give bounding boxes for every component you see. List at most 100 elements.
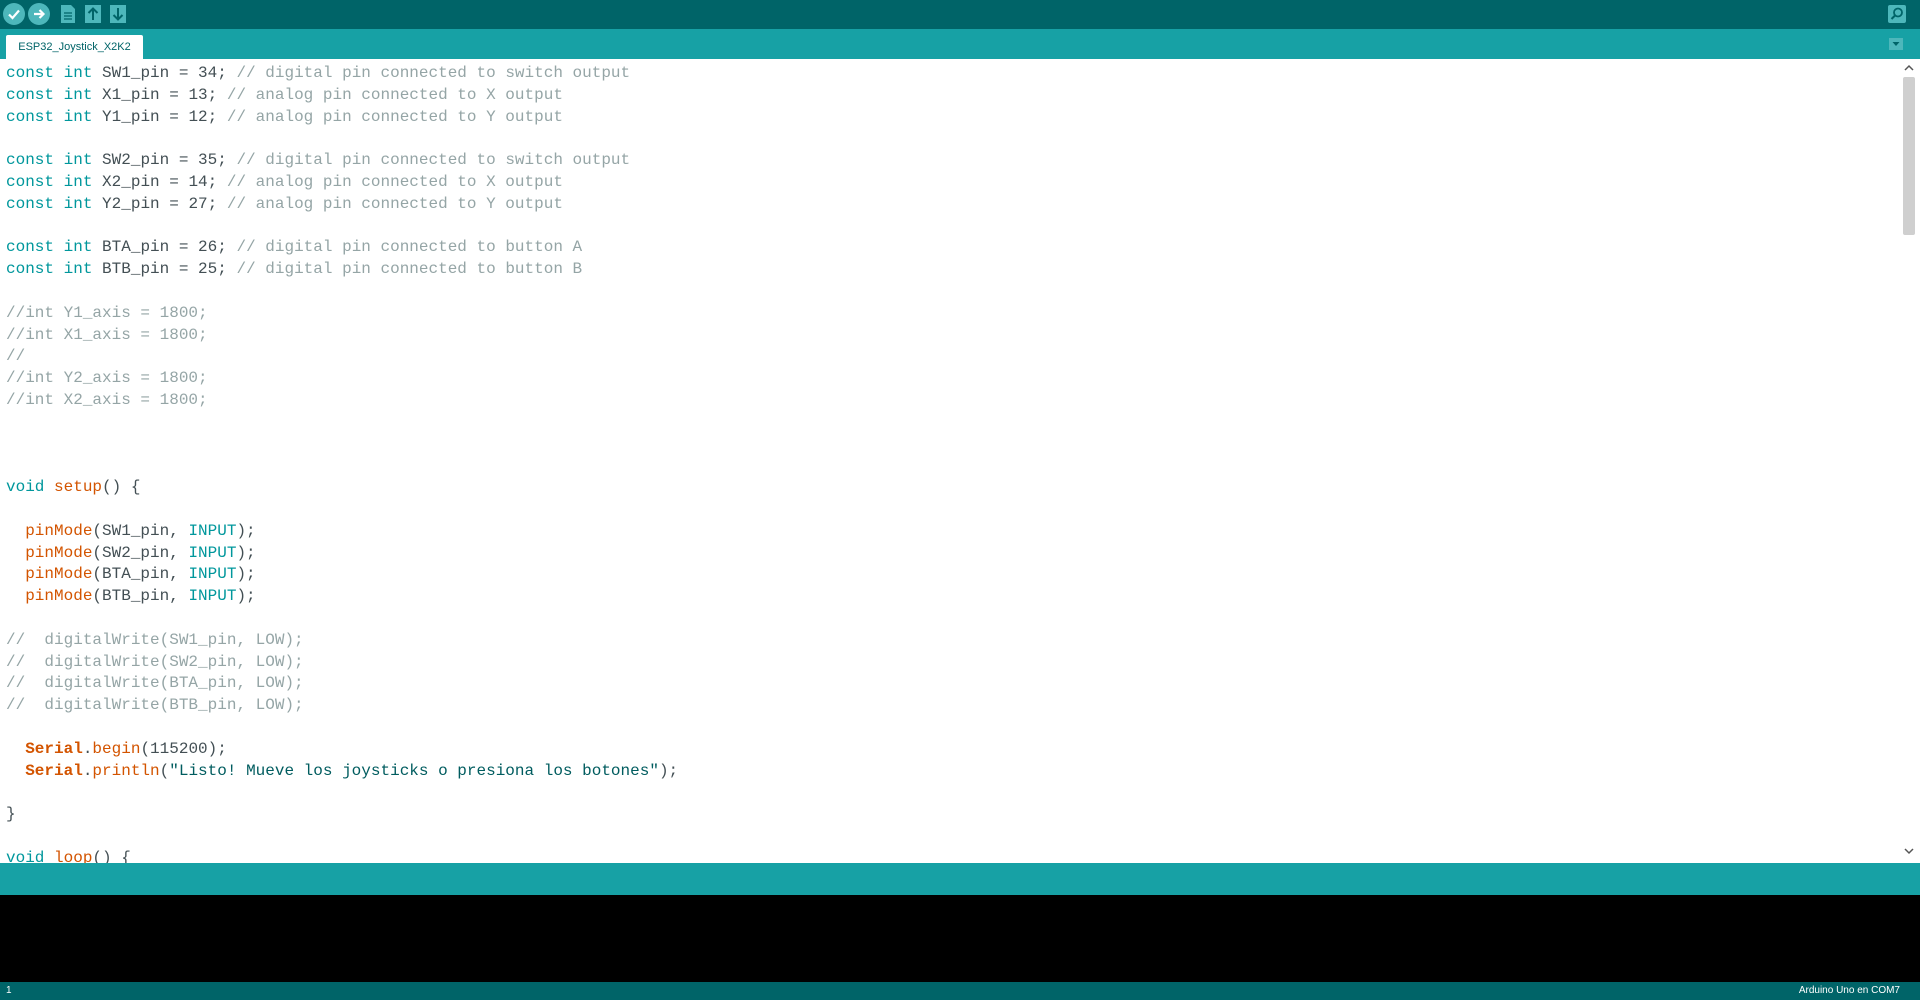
code-token: // digitalWrite(SW2_pin, LOW); xyxy=(6,652,304,671)
code-line[interactable]: //int X2_axis = 1800; xyxy=(6,390,1896,412)
code-token: int xyxy=(63,194,93,213)
vertical-scrollbar[interactable] xyxy=(1898,59,1920,863)
code-token: int xyxy=(63,172,93,191)
code-line[interactable]: const int BTB_pin = 25; // digital pin c… xyxy=(6,259,1896,281)
code-line[interactable]: pinMode(SW2_pin, INPUT); xyxy=(6,543,1896,565)
chevron-down-icon xyxy=(1904,848,1914,855)
code-token: (SW1_pin, xyxy=(92,521,189,540)
scroll-down-button[interactable] xyxy=(1903,845,1915,857)
code-line[interactable]: const int SW1_pin = 34; // digital pin c… xyxy=(6,63,1896,85)
code-token: const xyxy=(6,238,55,257)
board-info: Arduino Uno en COM7 xyxy=(1798,985,1900,996)
arrow-right-icon xyxy=(34,9,46,19)
code-token: // analog pin connected to X output xyxy=(226,85,563,104)
code-token: // digital pin connected to button B xyxy=(236,260,583,279)
upload-button[interactable] xyxy=(28,3,50,25)
line-number: 1 xyxy=(6,985,12,996)
code-line[interactable]: const int SW2_pin = 35; // digital pin c… xyxy=(6,150,1896,172)
check-icon xyxy=(8,9,20,20)
code-token: // digitalWrite(BTB_pin, LOW); xyxy=(6,696,304,715)
code-token: (BTA_pin, xyxy=(92,565,189,584)
code-line[interactable]: ​ xyxy=(6,455,1896,477)
code-line[interactable]: ​ xyxy=(6,128,1896,150)
code-line[interactable]: const int BTA_pin = 26; // digital pin c… xyxy=(6,237,1896,259)
open-sketch-button[interactable] xyxy=(82,3,104,25)
code-token: // analog pin connected to Y output xyxy=(226,194,563,213)
code-line[interactable]: const int X1_pin = 13; // analog pin con… xyxy=(6,85,1896,107)
code-line[interactable]: void loop() { xyxy=(6,848,1896,863)
output-console[interactable] xyxy=(0,895,1920,982)
code-token: ); xyxy=(236,543,256,562)
code-token: const xyxy=(6,172,55,191)
code-token: int xyxy=(63,64,93,82)
code-line[interactable]: } xyxy=(6,804,1896,826)
code-line[interactable]: ​ xyxy=(6,782,1896,804)
code-line[interactable]: // xyxy=(6,346,1896,368)
code-line[interactable]: ​ xyxy=(6,717,1896,739)
code-token: pinMode xyxy=(25,521,93,540)
code-line[interactable]: //int X1_axis = 1800; xyxy=(6,325,1896,347)
code-token: pinMode xyxy=(25,543,93,562)
code-line[interactable]: //int Y2_axis = 1800; xyxy=(6,368,1896,390)
code-token: ); xyxy=(236,521,256,540)
code-token: println xyxy=(92,761,160,780)
message-bar xyxy=(0,863,1920,895)
code-token: //int X1_axis = 1800; xyxy=(6,325,208,344)
bottom-status-bar: 1 Arduino Uno en COM7 xyxy=(0,982,1920,1000)
verify-button[interactable] xyxy=(3,3,25,25)
code-token: // analog pin connected to X output xyxy=(226,172,563,191)
code-line[interactable]: const int X2_pin = 14; // analog pin con… xyxy=(6,172,1896,194)
code-token: INPUT xyxy=(188,543,237,562)
code-line[interactable]: ​ xyxy=(6,434,1896,456)
code-token: const xyxy=(6,85,55,104)
code-line[interactable]: ​ xyxy=(6,281,1896,303)
code-token: //int Y2_axis = 1800; xyxy=(6,369,208,388)
code-token: int xyxy=(63,151,93,170)
scroll-up-button[interactable] xyxy=(1903,62,1915,74)
code-line[interactable]: // digitalWrite(BTB_pin, LOW); xyxy=(6,695,1896,717)
code-token: // analog pin connected to Y output xyxy=(226,107,563,126)
code-token: // xyxy=(6,347,26,366)
code-line[interactable]: Serial.begin(115200); xyxy=(6,739,1896,761)
new-sketch-button[interactable] xyxy=(57,3,79,25)
serial-monitor-button[interactable] xyxy=(1886,3,1908,25)
code-token: pinMode xyxy=(25,565,93,584)
code-line[interactable]: const int Y2_pin = 27; // analog pin con… xyxy=(6,194,1896,216)
scroll-thumb[interactable] xyxy=(1903,77,1915,235)
code-line[interactable]: const int Y1_pin = 12; // analog pin con… xyxy=(6,107,1896,129)
code-line[interactable]: // digitalWrite(BTA_pin, LOW); xyxy=(6,673,1896,695)
code-line[interactable]: // digitalWrite(SW1_pin, LOW); xyxy=(6,630,1896,652)
code-token: "Listo! Mueve los joysticks o presiona l… xyxy=(169,761,659,780)
code-line[interactable]: ​ xyxy=(6,412,1896,434)
tab-menu-button[interactable] xyxy=(1888,36,1904,52)
tab-bar: ESP32_Joystick_X2K2 xyxy=(0,29,1920,59)
code-token: () { xyxy=(102,478,141,497)
arrow-up-icon xyxy=(85,5,101,23)
code-line[interactable]: pinMode(BTA_pin, INPUT); xyxy=(6,564,1896,586)
code-line[interactable]: Serial.println("Listo! Mueve los joystic… xyxy=(6,761,1896,783)
code-token: //int X2_axis = 1800; xyxy=(6,390,208,409)
code-line[interactable]: ​ xyxy=(6,826,1896,848)
code-line[interactable]: // digitalWrite(SW2_pin, LOW); xyxy=(6,652,1896,674)
save-sketch-button[interactable] xyxy=(107,3,129,25)
tab-sketch[interactable]: ESP32_Joystick_X2K2 xyxy=(6,35,143,59)
code-line[interactable]: pinMode(BTB_pin, INPUT); xyxy=(6,586,1896,608)
code-line[interactable]: ​ xyxy=(6,499,1896,521)
code-line[interactable]: ​ xyxy=(6,216,1896,238)
code-token: pinMode xyxy=(25,587,93,606)
code-line[interactable]: //int Y1_axis = 1800; xyxy=(6,303,1896,325)
code-area[interactable]: const int SW1_pin = 34; // digital pin c… xyxy=(6,63,1896,863)
code-line[interactable]: ​ xyxy=(6,608,1896,630)
code-line[interactable]: pinMode(SW1_pin, INPUT); xyxy=(6,521,1896,543)
code-token: // digital pin connected to button A xyxy=(236,238,583,257)
code-editor[interactable]: const int SW1_pin = 34; // digital pin c… xyxy=(0,59,1920,863)
code-line[interactable]: void setup() { xyxy=(6,477,1896,499)
code-token: (BTB_pin, xyxy=(92,587,189,606)
code-token: X2_pin = 14; xyxy=(92,172,227,191)
